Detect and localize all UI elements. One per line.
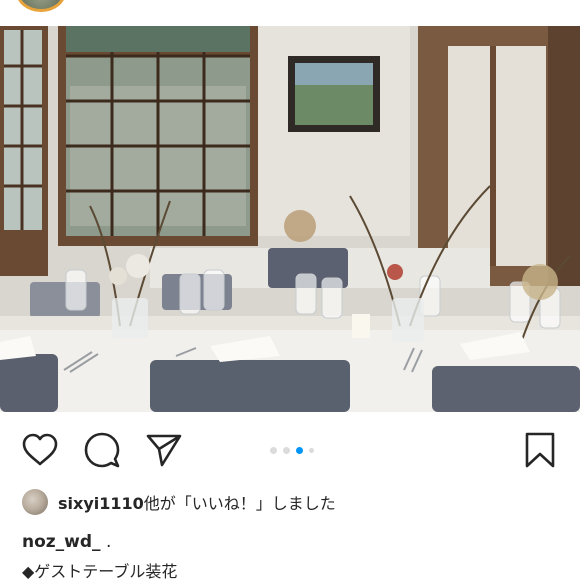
carousel-dot bbox=[309, 447, 314, 453]
liker-avatar[interactable] bbox=[22, 489, 48, 515]
save-button[interactable] bbox=[520, 430, 560, 470]
likes-suffix: 他が「いいね！」しました bbox=[143, 494, 336, 513]
liker-username[interactable]: sixyi1110 bbox=[58, 494, 144, 513]
post-header-strip bbox=[0, 0, 580, 26]
send-icon bbox=[146, 434, 182, 467]
share-button[interactable] bbox=[144, 430, 184, 470]
caption-username-trailer: . bbox=[100, 532, 112, 552]
comment-button[interactable] bbox=[82, 430, 122, 470]
caption-username[interactable]: noz_wd_ bbox=[22, 532, 101, 552]
profile-avatar[interactable] bbox=[16, 0, 66, 12]
photo-scene bbox=[0, 26, 580, 412]
caption-text: ◆ゲストテーブル装花 bbox=[22, 562, 178, 581]
carousel-dot bbox=[283, 446, 290, 454]
carousel-dot bbox=[270, 446, 277, 454]
like-button[interactable] bbox=[20, 430, 60, 470]
carousel-indicator bbox=[270, 446, 314, 454]
likes-summary: sixyi1110他が「いいね！」しました bbox=[22, 487, 336, 517]
likes-text: sixyi1110他が「いいね！」しました bbox=[58, 490, 336, 514]
post-photo[interactable] bbox=[0, 26, 580, 412]
bookmark-icon bbox=[525, 432, 555, 468]
heart-icon bbox=[22, 433, 58, 466]
comment-icon bbox=[84, 432, 120, 468]
caption-header: noz_wd_ . bbox=[22, 532, 111, 552]
carousel-dot-active bbox=[296, 446, 303, 454]
